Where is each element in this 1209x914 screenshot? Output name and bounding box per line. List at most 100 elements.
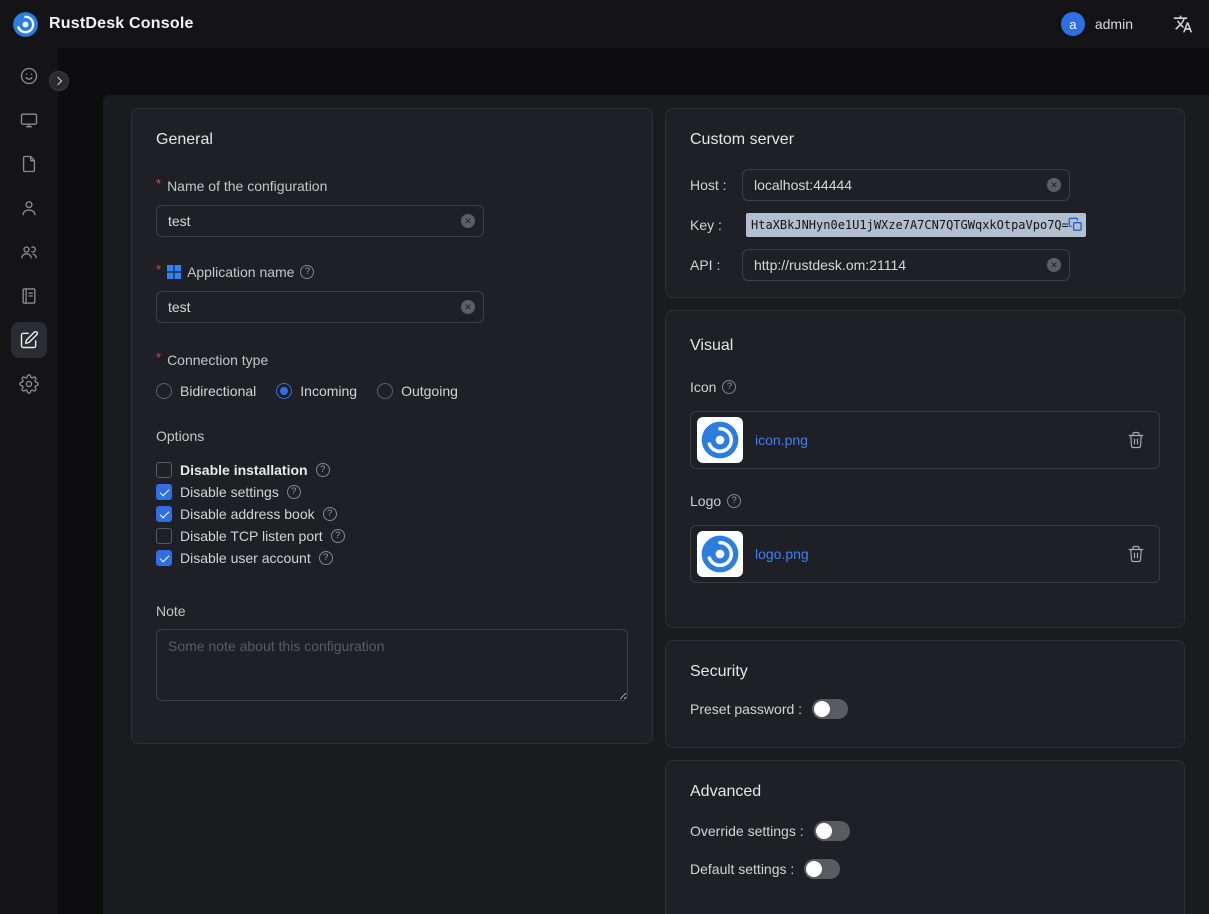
- checkbox-disable-user-account[interactable]: Disable user account: [156, 547, 628, 569]
- help-icon[interactable]: [727, 494, 741, 508]
- sidebar-expand-button[interactable]: [49, 71, 69, 91]
- users-icon: [19, 242, 39, 262]
- checkbox-disable-address-book[interactable]: Disable address book: [156, 503, 628, 525]
- help-icon[interactable]: [300, 265, 314, 279]
- icon-label-text: Icon: [690, 377, 716, 397]
- rustdesk-logo-icon: [12, 11, 39, 38]
- key-row: Key : HtaXBkJNHyn0e1U1jWXze7A7CN7QTGWqxk…: [690, 213, 1160, 237]
- header-right: a admin: [1061, 12, 1193, 36]
- icon-file-link[interactable]: icon.png: [755, 432, 1115, 448]
- help-icon[interactable]: [287, 485, 301, 499]
- configuration-panel: General Name of the configuration: [103, 95, 1209, 914]
- override-settings-toggle[interactable]: [814, 821, 850, 841]
- radio-label: Outgoing: [401, 383, 458, 399]
- clear-icon[interactable]: [461, 214, 475, 228]
- host-row: Host :: [690, 169, 1160, 201]
- visual-card: Visual Icon icon.png: [665, 310, 1185, 628]
- preset-password-toggle[interactable]: [812, 699, 848, 719]
- sidebar-item-logs[interactable]: [0, 274, 58, 318]
- checkbox-label: Disable settings: [180, 484, 279, 500]
- api-input[interactable]: [742, 249, 1070, 281]
- devices-icon: [19, 110, 39, 130]
- avatar[interactable]: a: [1061, 12, 1085, 36]
- config-name-input[interactable]: [156, 205, 484, 237]
- radio-circle[interactable]: [377, 383, 393, 399]
- radio-label: Bidirectional: [180, 383, 256, 399]
- connection-type-label-text: Connection type: [167, 351, 268, 369]
- copy-icon[interactable]: [1068, 217, 1084, 233]
- default-settings-toggle[interactable]: [804, 859, 840, 879]
- custom-server-title: Custom server: [690, 129, 1160, 151]
- radio-bidirectional[interactable]: Bidirectional: [156, 383, 256, 399]
- preset-password-label: Preset password :: [690, 701, 802, 717]
- help-icon[interactable]: [319, 551, 333, 565]
- checkbox-box[interactable]: [156, 484, 172, 500]
- checkbox-disable-tcp-listen-port[interactable]: Disable TCP listen port: [156, 525, 628, 547]
- api-label: API :: [690, 257, 742, 273]
- advanced-card: Advanced Override settings : Default set…: [665, 760, 1185, 914]
- translate-icon[interactable]: [1173, 14, 1193, 34]
- preset-password-row: Preset password :: [690, 699, 1160, 719]
- radio-outgoing[interactable]: Outgoing: [377, 383, 458, 399]
- content-area: General Name of the configuration: [58, 48, 1209, 914]
- checkbox-label: Disable user account: [180, 550, 311, 566]
- radio-incoming[interactable]: Incoming: [276, 383, 357, 399]
- radio-circle[interactable]: [276, 383, 292, 399]
- help-icon[interactable]: [331, 529, 345, 543]
- security-title: Security: [690, 661, 1160, 683]
- checkbox-box[interactable]: [156, 528, 172, 544]
- visual-title: Visual: [690, 335, 1160, 357]
- key-value-text: HtaXBkJNHyn0e1U1jWXze7A7CN7QTGWqxkOtpaVp…: [751, 218, 1068, 232]
- icon-label: Icon: [690, 377, 1160, 397]
- key-value-field[interactable]: HtaXBkJNHyn0e1U1jWXze7A7CN7QTGWqxkOtpaVp…: [746, 213, 1086, 237]
- delete-icon[interactable]: [1127, 545, 1145, 563]
- help-icon[interactable]: [316, 463, 330, 477]
- sidebar-item-settings[interactable]: [0, 362, 58, 406]
- sidebar-item-documents[interactable]: [0, 142, 58, 186]
- sidebar-item-groups[interactable]: [0, 230, 58, 274]
- sidebar-item-devices[interactable]: [0, 98, 58, 142]
- override-settings-label: Override settings :: [690, 823, 804, 839]
- override-settings-row: Override settings :: [690, 821, 1160, 841]
- clear-icon[interactable]: [1047, 178, 1061, 192]
- checkbox-box[interactable]: [156, 506, 172, 522]
- delete-icon[interactable]: [1127, 431, 1145, 449]
- logo-file-box: logo.png: [690, 525, 1160, 583]
- brand: RustDesk Console: [12, 11, 194, 38]
- icon-file-box: icon.png: [690, 411, 1160, 469]
- logbook-icon: [19, 286, 39, 306]
- sidebar-item-configurations[interactable]: [0, 318, 58, 362]
- radio-circle[interactable]: [156, 383, 172, 399]
- edit-icon: [11, 322, 47, 358]
- checkbox-label: Disable installation: [180, 462, 308, 478]
- sidebar-item-user[interactable]: [0, 186, 58, 230]
- help-icon[interactable]: [722, 380, 736, 394]
- logo-file-link[interactable]: logo.png: [755, 546, 1115, 562]
- config-name-label: Name of the configuration: [156, 177, 628, 195]
- checkbox-disable-installation[interactable]: Disable installation: [156, 459, 628, 481]
- main-layout: General Name of the configuration: [0, 48, 1209, 914]
- custom-server-card: Custom server Host : Key : HtaXBkJNHyn: [665, 108, 1185, 298]
- api-input-wrap: [742, 249, 1070, 281]
- application-name-input[interactable]: [156, 291, 484, 323]
- advanced-title: Advanced: [690, 781, 1160, 803]
- general-card: General Name of the configuration: [131, 108, 653, 744]
- application-name-input-wrap: [156, 291, 484, 323]
- user-menu[interactable]: a admin: [1061, 12, 1133, 36]
- user-name: admin: [1095, 16, 1133, 32]
- checkbox-box[interactable]: [156, 550, 172, 566]
- config-name-input-wrap: [156, 205, 484, 237]
- application-name-label-text: Application name: [187, 263, 294, 281]
- left-column: General Name of the configuration: [131, 108, 653, 914]
- clear-icon[interactable]: [461, 300, 475, 314]
- smiley-icon: [19, 66, 39, 86]
- host-input[interactable]: [742, 169, 1070, 201]
- checkbox-box[interactable]: [156, 462, 172, 478]
- help-icon[interactable]: [323, 507, 337, 521]
- security-card: Security Preset password :: [665, 640, 1185, 748]
- note-textarea[interactable]: [156, 629, 628, 701]
- checkbox-disable-settings[interactable]: Disable settings: [156, 481, 628, 503]
- right-column: Custom server Host : Key : HtaXBkJNHyn: [665, 108, 1185, 914]
- clear-icon[interactable]: [1047, 258, 1061, 272]
- note-label: Note: [156, 603, 628, 619]
